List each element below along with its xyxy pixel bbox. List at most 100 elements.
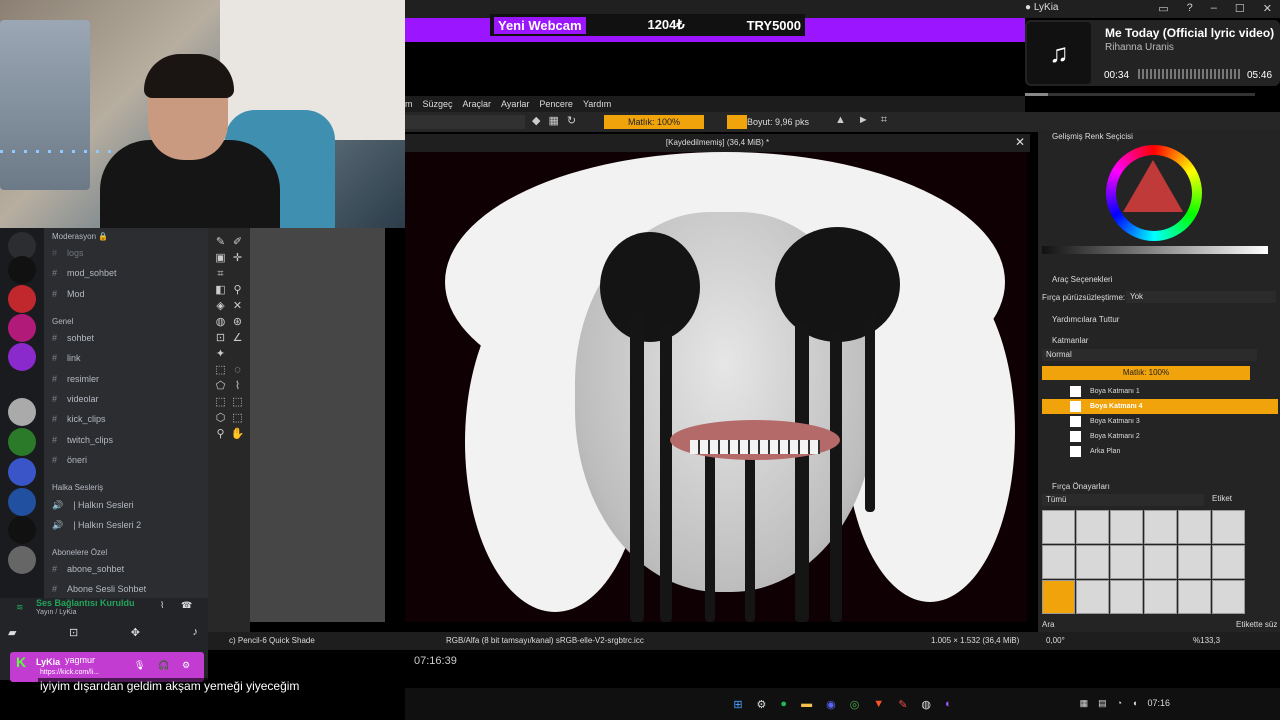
server-icon[interactable]: [8, 488, 36, 516]
menu-window[interactable]: Pencere: [539, 99, 573, 109]
brush-preset[interactable]: [1212, 580, 1245, 614]
layer-row[interactable]: Boya Katmanı 1: [1042, 384, 1278, 399]
menu-settings[interactable]: Ayarlar: [501, 99, 529, 109]
user-name[interactable]: LyKia: [36, 657, 60, 667]
taskbar-time[interactable]: 07:16: [1147, 698, 1170, 709]
smoothing-dropdown[interactable]: Yok: [1126, 291, 1276, 303]
size-slider[interactable]: Boyut: 9,96 pks: [747, 115, 809, 129]
spotify-icon[interactable]: ●: [780, 698, 787, 710]
preset-tag-dropdown[interactable]: Tümü: [1042, 494, 1204, 506]
brush-preset[interactable]: [1178, 510, 1211, 544]
reload-icon[interactable]: ↻: [567, 114, 576, 127]
category-voice[interactable]: Halka Sesleriş: [52, 483, 103, 492]
eraser-icon[interactable]: ◆: [532, 114, 540, 127]
brush-preset[interactable]: [1076, 510, 1109, 544]
app-icon[interactable]: ◐: [945, 698, 952, 710]
assistant-tool-icon[interactable]: ✦: [212, 346, 229, 362]
layer-row[interactable]: Arka Plan: [1042, 444, 1278, 459]
voice-channel-name[interactable]: Yayın / LyKia: [36, 609, 76, 616]
fill-tool-icon[interactable]: ◈: [212, 298, 229, 314]
value-slider[interactable]: [1042, 246, 1268, 254]
noise-suppression-icon[interactable]: ⌇: [160, 600, 164, 611]
zoom-tool-icon[interactable]: ⚲: [212, 426, 229, 442]
blend-mode-dropdown[interactable]: [405, 115, 525, 129]
drawing-canvas[interactable]: [405, 152, 1027, 622]
server-icon[interactable]: [8, 458, 36, 486]
headphones-icon[interactable]: 🎧: [158, 660, 169, 671]
rotation[interactable]: 0,00°: [1046, 636, 1065, 645]
gradient-tool-icon[interactable]: ◧: [212, 282, 229, 298]
similar-select-icon[interactable]: ⬚: [229, 394, 246, 410]
brush-preset[interactable]: [1042, 510, 1075, 544]
close-icon[interactable]: ✕: [1263, 2, 1272, 15]
layer-row[interactable]: Boya Katmanı 2: [1042, 429, 1278, 444]
tag-button[interactable]: Etiket: [1212, 494, 1232, 503]
brush-preset[interactable]: [1110, 510, 1143, 544]
brush-preset[interactable]: [1076, 545, 1109, 579]
channel-sohbet[interactable]: # sohbet: [52, 333, 94, 343]
channel-oneri[interactable]: # öneri: [52, 455, 87, 465]
bucket-tool-icon[interactable]: ◍: [212, 314, 229, 330]
discord-icon[interactable]: ◉: [826, 698, 836, 711]
minimize-icon[interactable]: –: [1211, 2, 1217, 15]
tag-filter-checkbox[interactable]: Etikette süz: [1236, 620, 1277, 629]
move-tool-icon[interactable]: ✛: [229, 250, 246, 266]
tray-icon[interactable]: ▦: [1080, 698, 1089, 709]
close-document-icon[interactable]: ✕: [1015, 135, 1025, 149]
mirror-v-icon[interactable]: ►: [858, 114, 869, 127]
channel-kick-clips[interactable]: # kick_clips: [52, 414, 106, 424]
maximize-icon[interactable]: ☐: [1235, 2, 1245, 15]
chrome-icon[interactable]: ◎: [850, 698, 860, 711]
voice-channel[interactable]: 🔊 | Halkın Sesleri: [52, 500, 134, 511]
crop-tool-icon[interactable]: ⌗: [212, 266, 229, 282]
current-brush[interactable]: c) Pencil-6 Quick Shade: [229, 636, 315, 645]
zoom-level[interactable]: %133,3: [1193, 636, 1220, 645]
channel-logs[interactable]: # logs: [52, 248, 84, 258]
krita-icon[interactable]: ✎: [898, 698, 907, 711]
pattern-tool-icon[interactable]: ✕: [229, 298, 246, 314]
server-icon[interactable]: [8, 398, 36, 426]
brush-preset-selected[interactable]: [1042, 580, 1075, 614]
channel-resimler[interactable]: # resimler: [52, 374, 99, 384]
angle-tool-icon[interactable]: ∠: [229, 330, 246, 346]
server-icon[interactable]: [8, 546, 36, 574]
alpha-lock-icon[interactable]: ▦: [548, 114, 558, 127]
channel-abone-voice[interactable]: # Abone Sesli Sohbet: [52, 584, 146, 598]
channel-twitch-clips[interactable]: # twitch_clips: [52, 435, 113, 445]
channel-link[interactable]: # link: [52, 353, 81, 363]
brush-tool-icon[interactable]: ✎: [212, 234, 229, 250]
menu-filter[interactable]: Süzgeç: [423, 99, 453, 109]
smart-patch-icon[interactable]: ⊛: [229, 314, 246, 330]
activities-icon[interactable]: ✥: [131, 626, 140, 644]
menu-tools[interactable]: Araçlar: [463, 99, 492, 109]
crop-icon[interactable]: ⌗: [881, 114, 887, 127]
mirror-h-icon[interactable]: ▲: [835, 114, 846, 127]
screen-share-icon[interactable]: ⊡: [69, 626, 78, 644]
mic-icon[interactable]: 🎙: [134, 660, 145, 671]
server-icon[interactable]: [8, 516, 36, 544]
brush-preset[interactable]: [1076, 580, 1109, 614]
poly-select-icon[interactable]: ⬠: [212, 378, 229, 394]
folder-icon[interactable]: ▬: [801, 698, 812, 710]
brush-preset[interactable]: [1144, 510, 1177, 544]
magnetic-select-icon[interactable]: ⬚: [229, 410, 246, 426]
obs-icon[interactable]: ◍: [921, 698, 931, 711]
ellipse-select-icon[interactable]: ◌: [229, 362, 246, 378]
layer-opacity-slider[interactable]: Matlık: 100%: [1042, 366, 1250, 380]
tray-icon[interactable]: ▤: [1098, 698, 1107, 709]
pan-tool-icon[interactable]: ✋: [229, 426, 246, 442]
server-icon[interactable]: [8, 256, 36, 284]
measure-tool-icon[interactable]: ⊡: [212, 330, 229, 346]
brush-preset[interactable]: [1212, 545, 1245, 579]
server-icon[interactable]: [8, 285, 36, 313]
menu-help[interactable]: Yardım: [583, 99, 611, 109]
channel-abone-sohbet[interactable]: # abone_sohbet: [52, 564, 124, 574]
layer-row-active[interactable]: Boya Katmanı 4: [1042, 399, 1278, 414]
voice-channel[interactable]: 🔊 | Halkın Sesleri 2: [52, 520, 141, 531]
channel-videolar[interactable]: # videolar: [52, 394, 99, 404]
brush-preset[interactable]: [1110, 545, 1143, 579]
brush-preset[interactable]: [1178, 580, 1211, 614]
picker-tool-icon[interactable]: ⚲: [229, 282, 246, 298]
network-icon[interactable]: ◔: [1117, 698, 1122, 709]
transform-tool-icon[interactable]: ▣: [212, 250, 229, 266]
